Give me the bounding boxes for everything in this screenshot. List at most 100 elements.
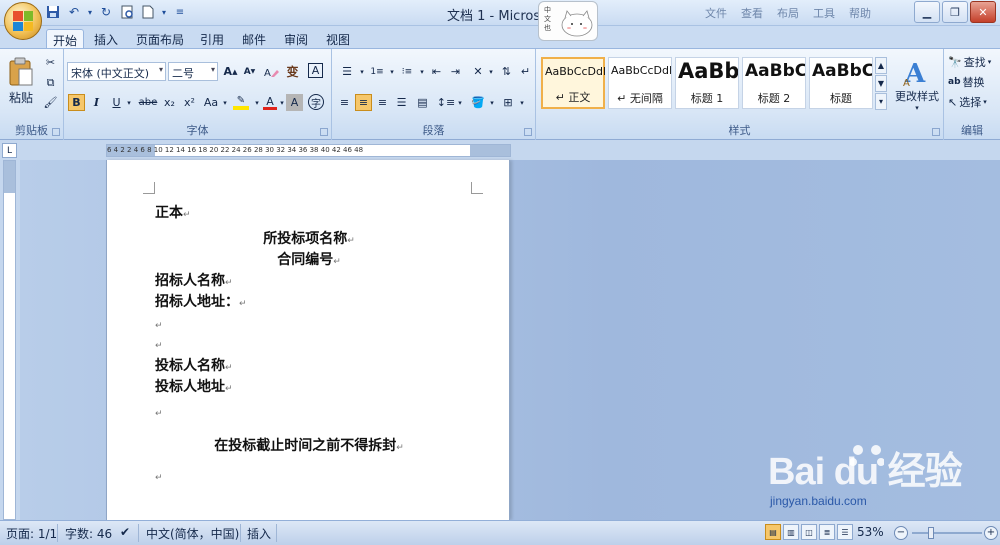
chevron-down-icon[interactable]: ▾ [253, 94, 261, 111]
document-page[interactable]: 正本↵ 所投标项名称↵ 合同编号↵ 招标人名称↵ 招标人地址：↵ ↵ ↵ 投标人… [106, 160, 510, 520]
clear-formatting-icon[interactable]: A [262, 63, 279, 80]
copy-icon[interactable]: ⧉ [42, 74, 59, 91]
grow-font-button[interactable]: A ▲ [222, 63, 239, 80]
redo-icon[interactable]: ↻ [97, 3, 115, 21]
change-styles-button[interactable]: A A 更改样式 ▾ [890, 51, 944, 119]
minimize-button[interactable]: ▁ [914, 1, 940, 23]
styles-scroll-down-icon[interactable]: ▼ [875, 75, 887, 92]
tab-view[interactable]: 视图 [320, 29, 356, 49]
outline-icon[interactable]: ≣ [819, 524, 835, 540]
style-heading-2[interactable]: AaBbC 标题 2 [742, 57, 806, 109]
font-name-select[interactable]: 宋体 (中文正文) ▾ [67, 62, 166, 81]
italic-button[interactable]: I [88, 94, 105, 111]
zoom-in-icon[interactable]: + [984, 526, 998, 540]
office-button[interactable] [4, 2, 42, 40]
zoom-slider[interactable] [912, 527, 982, 539]
dropdown-arrow-icon[interactable]: ▾ [86, 3, 94, 21]
shrink-font-button[interactable]: A ▼ [241, 63, 258, 80]
language-indicator[interactable]: 中文(简体，中国) [146, 525, 239, 542]
show-marks-icon[interactable]: ↵ [517, 63, 534, 80]
increase-indent-icon[interactable]: ⇥ [447, 63, 464, 80]
highlight-button[interactable]: ✎ [230, 94, 252, 111]
style-no-spacing[interactable]: AaBbCcDdI ↵ 无间隔 [608, 57, 672, 109]
shading-icon[interactable]: 🪣 [468, 94, 488, 111]
web-layout-icon[interactable]: ◫ [801, 524, 817, 540]
dialog-launcher-icon[interactable] [52, 128, 60, 136]
change-case-button[interactable]: Aa [201, 94, 221, 111]
distributed-icon[interactable]: ▤ [414, 94, 431, 111]
align-right-icon[interactable]: ≡ [374, 94, 391, 111]
print-layout-icon[interactable]: ▤ [765, 524, 781, 540]
zoom-out-icon[interactable]: − [894, 526, 908, 540]
restore-button[interactable]: ❐ [942, 1, 968, 23]
align-left-icon[interactable]: ≡ [336, 94, 353, 111]
insert-mode[interactable]: 插入 [247, 525, 271, 542]
align-center-icon[interactable]: ≡ [355, 94, 372, 111]
tab-home[interactable]: 开始 [46, 29, 85, 49]
chinese-layout-icon[interactable]: ✕ [468, 63, 488, 80]
tab-review[interactable]: 审阅 [278, 29, 314, 49]
cut-icon[interactable]: ✂ [42, 54, 59, 71]
bullets-icon[interactable]: ☰ [336, 63, 358, 80]
styles-more-icon[interactable]: ▾ [875, 93, 887, 110]
tab-page-layout[interactable]: 页面布局 [130, 29, 190, 49]
chevron-down-icon[interactable]: ▾ [518, 94, 526, 111]
chevron-down-icon[interactable]: ▾ [418, 63, 426, 80]
dialog-launcher-icon[interactable] [320, 128, 328, 136]
decrease-indent-icon[interactable]: ⇤ [428, 63, 445, 80]
chevron-down-icon[interactable]: ▾ [488, 94, 496, 111]
horizontal-ruler[interactable]: 6 4 2 2 4 6 8 10 12 14 16 18 20 22 24 26… [106, 144, 511, 157]
chevron-down-icon[interactable]: ▾ [221, 94, 229, 111]
tab-references[interactable]: 引用 [194, 29, 230, 49]
tab-selector-button[interactable]: L [2, 143, 17, 158]
dropdown-arrow-icon[interactable]: ▾ [160, 3, 168, 21]
style-title[interactable]: AaBbC 标题 [809, 57, 873, 109]
print-preview-icon[interactable] [118, 3, 136, 21]
full-screen-reading-icon[interactable]: ▥ [783, 524, 799, 540]
numbering-icon[interactable]: 1≡ [366, 63, 388, 80]
zoom-slider-thumb[interactable] [927, 527, 934, 539]
select-button[interactable]: ↖ 选择 ▾ [948, 93, 987, 111]
font-size-select[interactable]: 二号 ▾ [168, 62, 218, 81]
chevron-down-icon[interactable]: ▾ [388, 63, 396, 80]
font-color-button[interactable]: A [261, 94, 279, 111]
zoom-level[interactable]: 53% [857, 525, 884, 539]
vertical-ruler[interactable] [3, 160, 16, 520]
undo-icon[interactable]: ↶ [65, 3, 83, 21]
paste-button[interactable]: 粘贴 [4, 53, 38, 109]
draft-icon[interactable]: ☰ [837, 524, 853, 540]
multilevel-list-icon[interactable]: ⁝≡ [396, 63, 418, 80]
style-normal[interactable]: AaBbCcDdI ↵ 正文 [541, 57, 605, 109]
page-count[interactable]: 页面: 1/1 [6, 525, 57, 542]
replace-button[interactable]: ab 替换 [948, 73, 985, 91]
chevron-down-icon[interactable]: ▾ [456, 94, 464, 111]
save-icon[interactable] [44, 3, 62, 21]
customize-icon[interactable]: ≡ [171, 3, 189, 21]
borders-icon[interactable]: ⊞ [498, 94, 518, 111]
underline-button[interactable]: U [108, 94, 125, 111]
strikethrough-button[interactable]: abe [137, 94, 159, 111]
justify-icon[interactable]: ☰ [393, 94, 410, 111]
format-painter-icon[interactable]: 🖌 [42, 94, 59, 111]
find-button[interactable]: 🔭 查找 ▾ [948, 53, 991, 71]
style-heading-1[interactable]: AaBb 标题 1 [675, 57, 739, 109]
line-spacing-icon[interactable]: ↕≡ [436, 94, 456, 111]
tab-mailings[interactable]: 邮件 [236, 29, 272, 49]
character-border-button[interactable]: A [308, 63, 323, 78]
styles-scroll-up-icon[interactable]: ▲ [875, 57, 887, 74]
new-document-icon[interactable] [139, 3, 157, 21]
bold-button[interactable]: B [68, 94, 85, 111]
superscript-button[interactable]: x² [181, 94, 198, 111]
chevron-down-icon[interactable]: ▾ [487, 63, 495, 80]
proofing-icon[interactable]: ✔ [120, 525, 130, 539]
enclose-characters-button[interactable]: 字 [308, 94, 324, 110]
character-shading-button[interactable]: A [286, 94, 303, 111]
chevron-down-icon[interactable]: ▾ [125, 94, 133, 111]
phonetic-guide-button[interactable]: 变 [284, 63, 301, 80]
subscript-button[interactable]: x₂ [161, 94, 178, 111]
dialog-launcher-icon[interactable] [932, 128, 940, 136]
dialog-launcher-icon[interactable] [524, 128, 532, 136]
chevron-down-icon[interactable]: ▾ [278, 94, 286, 111]
chevron-down-icon[interactable]: ▾ [358, 63, 366, 80]
tab-insert[interactable]: 插入 [88, 29, 124, 49]
